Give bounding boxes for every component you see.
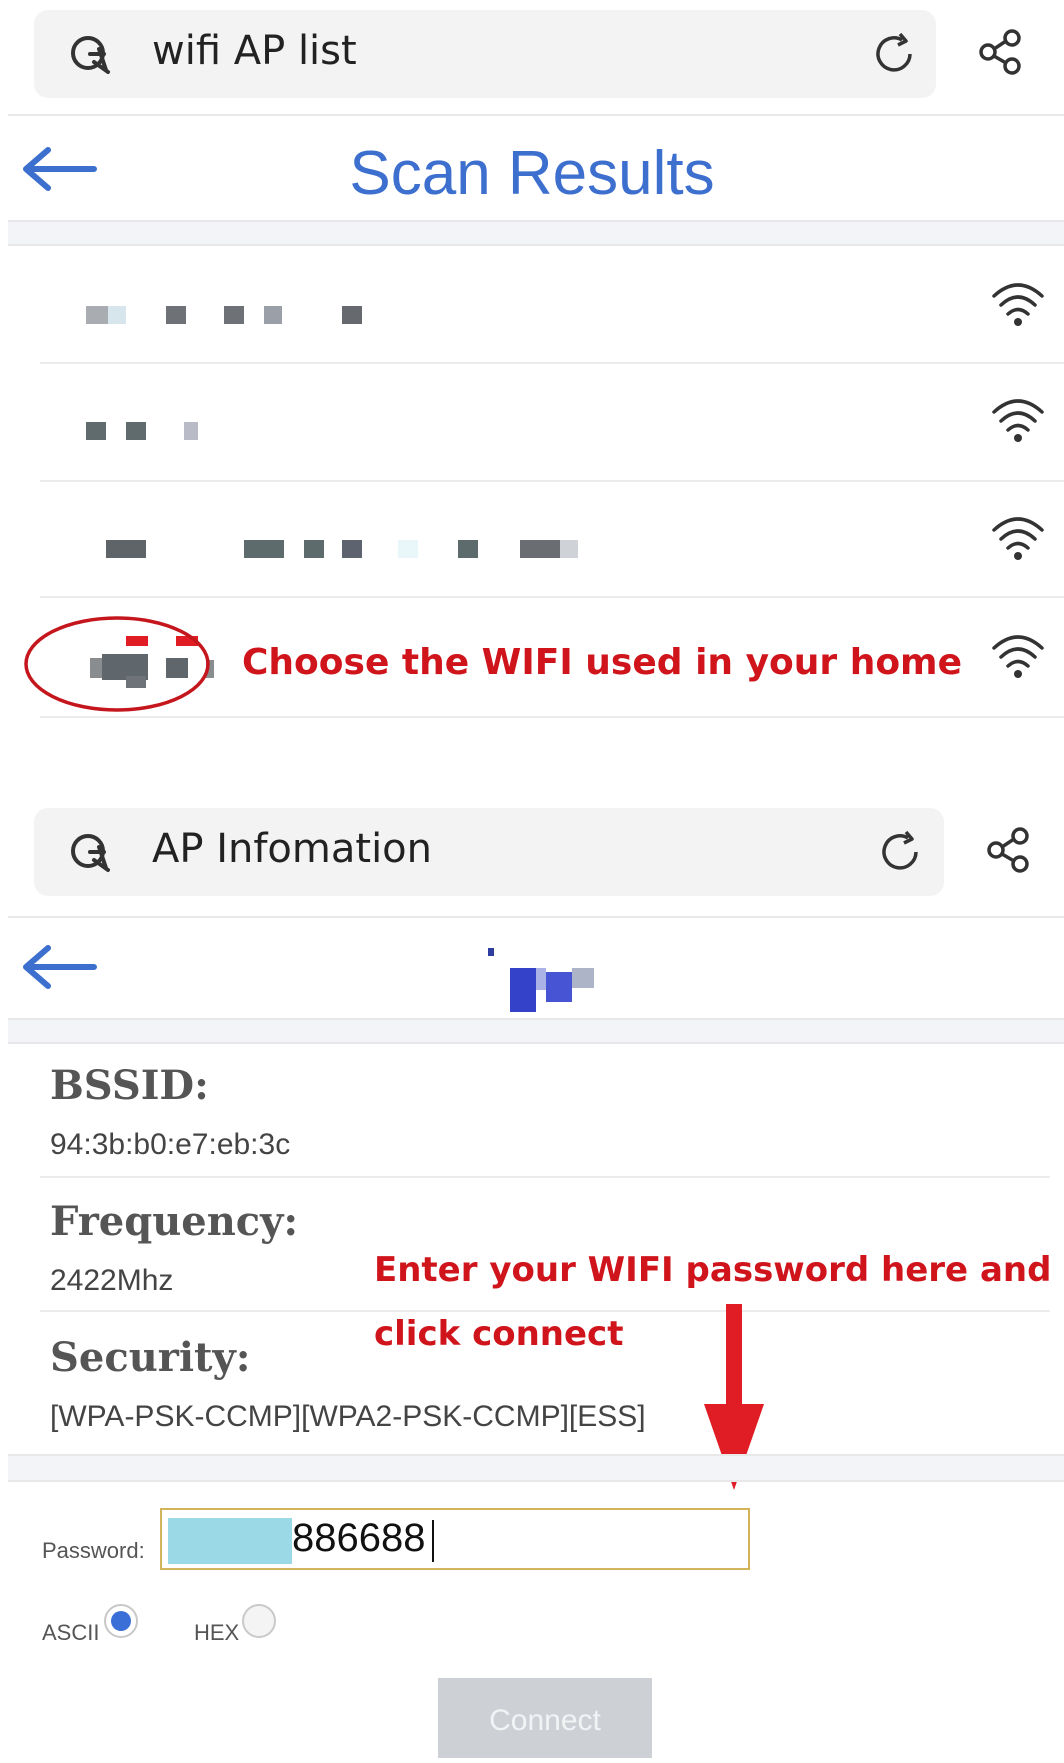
- search-query[interactable]: AP Infomation: [152, 826, 432, 872]
- section-band: [8, 1020, 1064, 1042]
- search-engine-icon: [71, 834, 110, 872]
- back-arrow-icon[interactable]: [20, 944, 98, 990]
- password-input[interactable]: 886688: [160, 1508, 750, 1570]
- divider: [40, 1176, 1050, 1178]
- reload-icon[interactable]: [876, 828, 924, 876]
- pixelated-name: [520, 540, 560, 558]
- divider: [40, 1310, 1050, 1312]
- frequency-label: Frequency:: [50, 1198, 299, 1245]
- bssid-label: BSSID:: [50, 1062, 209, 1109]
- hex-label: HEX: [194, 1620, 240, 1645]
- masked-password-part: [168, 1518, 292, 1564]
- pixelated-name: [572, 968, 594, 988]
- ascii-label: ASCII: [42, 1620, 100, 1645]
- pixelated-name: [510, 968, 536, 1012]
- connect-button[interactable]: Connect: [438, 1678, 652, 1758]
- pixelated-name: [458, 540, 478, 558]
- pixelated-name: [126, 422, 146, 440]
- pixelated-name: [488, 948, 494, 956]
- wifi-signal-icon: [992, 635, 1044, 678]
- pixelated-name: [244, 540, 284, 558]
- search-bar[interactable]: AP Infomation: [34, 808, 944, 896]
- annotation-choose-wifi: Choose the WIFI used in your home: [242, 642, 962, 683]
- bssid-value: 94:3b:b0:e7:eb:3c: [50, 1128, 291, 1161]
- security-value: [WPA-PSK-CCMP][WPA2-PSK-CCMP][ESS]: [50, 1400, 646, 1433]
- pixelated-name: [224, 306, 244, 324]
- pixelated-name: [342, 540, 362, 558]
- section-band: [8, 222, 1064, 244]
- security-label: Security:: [50, 1334, 251, 1381]
- divider: [8, 1454, 1064, 1456]
- wifi-signal-icon: [992, 283, 1044, 326]
- highlight-ellipse: [24, 616, 210, 712]
- annotation-enter-password: Enter your WIFI password here and: [374, 1250, 1052, 1290]
- pixelated-name: [546, 972, 572, 1002]
- ascii-radio[interactable]: [104, 1604, 138, 1638]
- divider: [40, 716, 1064, 718]
- divider: [8, 244, 1064, 246]
- annotation-click-connect: click connect: [374, 1314, 624, 1354]
- pixelated-name: [86, 422, 106, 440]
- network-row[interactable]: [40, 364, 1064, 480]
- pixelated-name: [108, 306, 126, 324]
- reload-icon[interactable]: [870, 30, 918, 78]
- pixelated-name: [264, 306, 282, 324]
- pixelated-name: [304, 540, 324, 558]
- pixelated-name: [184, 422, 198, 440]
- search-bar[interactable]: wifi AP list: [34, 10, 936, 98]
- network-row[interactable]: [40, 482, 1064, 596]
- pixelated-name: [166, 306, 186, 324]
- page-title: Scan Results: [349, 139, 715, 208]
- pixelated-name: [106, 540, 146, 558]
- network-row[interactable]: [40, 248, 1064, 362]
- pixelated-name: [398, 540, 418, 558]
- section-band: [8, 1456, 1064, 1480]
- divider: [8, 114, 1064, 116]
- frequency-value: 2422Mhz: [50, 1264, 174, 1297]
- text-caret: [432, 1520, 434, 1562]
- pixelated-name: [86, 306, 108, 324]
- password-value: 886688: [292, 1516, 426, 1560]
- wifi-signal-icon: [992, 517, 1044, 560]
- wifi-signal-icon: [992, 399, 1044, 442]
- share-icon[interactable]: [984, 826, 1034, 876]
- password-label: Password:: [42, 1538, 145, 1563]
- pixelated-name: [536, 968, 546, 990]
- search-query[interactable]: wifi AP list: [152, 28, 357, 74]
- divider: [8, 916, 1064, 918]
- pixelated-name: [342, 306, 362, 324]
- hex-radio[interactable]: [242, 1604, 276, 1638]
- divider: [8, 1042, 1064, 1044]
- pixelated-name: [560, 540, 578, 558]
- share-icon[interactable]: [976, 28, 1026, 78]
- ap-title-pixelated: [484, 948, 608, 1018]
- search-engine-icon: [71, 36, 110, 74]
- divider: [8, 1480, 1064, 1482]
